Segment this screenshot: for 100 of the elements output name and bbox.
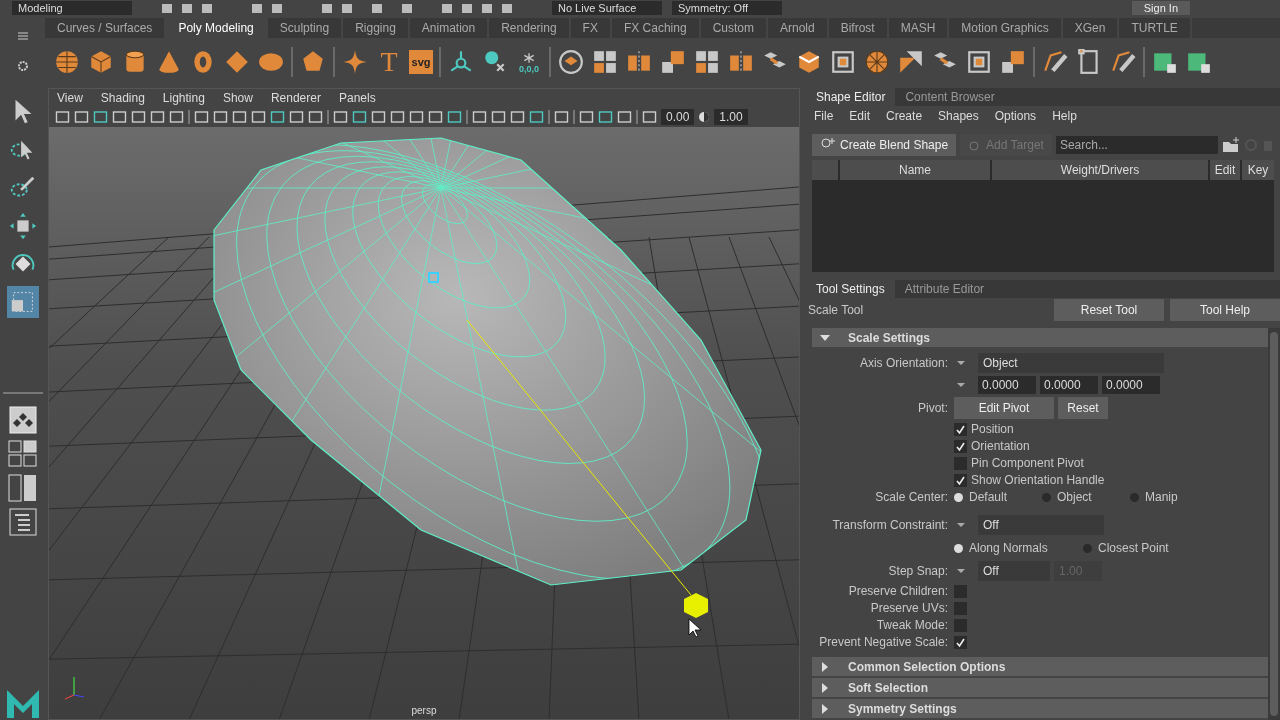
grid-cube-icon[interactable]: [660, 49, 686, 75]
checkbox-label: Pin Component Pivot: [971, 456, 1084, 470]
search-field[interactable]: Search...: [1055, 136, 1218, 154]
panel-menu-item[interactable]: Lighting: [162, 91, 205, 105]
panel-menu-item[interactable]: Renderer: [270, 91, 321, 105]
live-surface-field[interactable]: No Live Surface: [552, 1, 662, 15]
axis-value-field[interactable]: 0.0000: [1102, 376, 1160, 394]
radio-label: Closest Point: [1098, 541, 1169, 555]
panel-menu-item[interactable]: Shading: [100, 91, 145, 105]
exposure-field[interactable]: 0.00: [661, 109, 695, 125]
checkbox[interactable]: [954, 601, 967, 615]
create-blend-shape-button[interactable]: Create Blend Shape: [812, 134, 957, 156]
symmetry-dropdown[interactable]: Symmetry: Off: [672, 1, 782, 15]
frame-icon[interactable]: [966, 49, 992, 75]
pivot-button[interactable]: Reset: [1058, 397, 1108, 419]
editor-menu-item[interactable]: Shapes: [938, 109, 979, 123]
frame-icon[interactable]: [830, 49, 856, 75]
editor-menu-item[interactable]: Edit: [849, 109, 871, 123]
two-view-layout-icon[interactable]: [7, 474, 38, 502]
section-title: Symmetry Settings: [848, 701, 957, 716]
axis-value-field[interactable]: 0.0000: [1040, 376, 1098, 394]
axis-orientation-dropdown[interactable]: Object: [978, 353, 1164, 373]
radio-label: Along Normals: [969, 541, 1048, 555]
menu-icon[interactable]: [17, 32, 28, 40]
radio-button[interactable]: [1130, 492, 1139, 502]
freeze-transform-label: 0,0,0: [519, 64, 539, 74]
column-header[interactable]: Key: [1242, 160, 1274, 180]
radio-label: Object: [1057, 490, 1092, 504]
column-header[interactable]: Weight/Drivers: [992, 160, 1208, 180]
radio-button[interactable]: [1042, 492, 1051, 502]
axis-value-field[interactable]: 0.0000: [978, 376, 1036, 394]
section-header[interactable]: Soft Selection: [812, 678, 1268, 697]
sphere-wire-icon[interactable]: [864, 49, 890, 75]
cursor-icon: [688, 618, 702, 638]
scrollbar[interactable]: [1268, 328, 1280, 720]
transform-constraint-dropdown[interactable]: Off: [978, 515, 1104, 535]
checkbox[interactable]: [954, 584, 967, 598]
workspace-dropdown[interactable]: Modeling: [12, 1, 132, 15]
gamma-field[interactable]: 1.00: [714, 109, 748, 125]
cone-icon[interactable]: [156, 49, 182, 75]
editor-menu-item[interactable]: Help: [1052, 109, 1077, 123]
dropdown-caret-icon[interactable]: [956, 359, 966, 367]
checkbox[interactable]: [954, 635, 967, 649]
dropdown-caret-icon[interactable]: [956, 381, 966, 389]
cube-icon[interactable]: [88, 49, 114, 75]
split-square-icon[interactable]: [898, 49, 924, 75]
plane-icon[interactable]: [224, 49, 250, 75]
panel-tab[interactable]: Tool Settings: [806, 280, 895, 298]
grid-cube-icon[interactable]: [1000, 49, 1026, 75]
editor-menu-item[interactable]: File: [814, 109, 834, 123]
dropdown-caret-icon[interactable]: [956, 567, 966, 575]
radio-button[interactable]: [954, 543, 963, 553]
dropdown-caret-icon[interactable]: [956, 521, 966, 529]
column-header[interactable]: Edit: [1210, 160, 1240, 180]
section-title: Scale Settings: [848, 330, 931, 345]
field-label: Transform Constraint:: [831, 518, 948, 532]
settings-icon[interactable]: [16, 60, 29, 72]
pen-icon[interactable]: [1042, 49, 1068, 75]
squares-icon[interactable]: [694, 49, 720, 75]
radio-button[interactable]: [954, 492, 963, 502]
editor-menu-item[interactable]: Create: [886, 109, 923, 123]
step-snap-dropdown[interactable]: Off: [978, 561, 1050, 581]
new-folder-icon[interactable]: [1222, 137, 1240, 153]
checkbox[interactable]: [954, 439, 967, 453]
checkbox[interactable]: [954, 422, 967, 436]
scale-tool-button[interactable]: [6, 286, 39, 318]
text-tool-button[interactable]: T: [375, 48, 403, 76]
editor-menu-item[interactable]: Options: [994, 109, 1037, 123]
snowflake-icon[interactable]: [521, 50, 537, 65]
radio-button[interactable]: [1083, 543, 1092, 553]
checkbox[interactable]: [954, 473, 967, 487]
four-view-layout-icon[interactable]: [7, 440, 38, 468]
sign-in-button[interactable]: Sign In: [1131, 1, 1190, 15]
pivot-button[interactable]: Edit Pivot: [954, 397, 1054, 419]
sphere-icon[interactable]: [54, 49, 80, 75]
pivot-marker-icon[interactable]: [428, 272, 439, 283]
svg-tool-button[interactable]: svg: [409, 50, 433, 74]
panel-tab[interactable]: Content Browser: [895, 88, 1005, 106]
panel-tab[interactable]: Shape Editor: [806, 88, 896, 106]
tool-button[interactable]: Reset Tool: [1054, 299, 1164, 321]
checkbox[interactable]: [954, 456, 967, 470]
section-header[interactable]: Common Selection Options: [812, 657, 1268, 676]
pen-icon[interactable]: [1110, 49, 1136, 75]
bevel-cube-icon[interactable]: [796, 49, 822, 75]
panel-menu-item[interactable]: View: [57, 91, 83, 105]
scale-handle-icon[interactable]: [684, 593, 708, 618]
squares-icon[interactable]: [592, 49, 618, 75]
panel-menu-item[interactable]: Show: [222, 91, 253, 105]
shelf-tab[interactable]: Poly Modeling: [166, 18, 268, 38]
section-header[interactable]: Scale Settings: [812, 328, 1268, 347]
checkbox[interactable]: [954, 618, 967, 632]
column-header[interactable]: Name: [840, 160, 990, 180]
section-title: Common Selection Options: [848, 659, 1006, 674]
outliner-layout-icon[interactable]: [8, 508, 37, 536]
field-label: Tweak Mode:: [875, 618, 948, 632]
panel-tab[interactable]: Attribute Editor: [894, 280, 995, 298]
panel-menu-item[interactable]: Panels: [338, 91, 376, 105]
single-view-layout-icon[interactable]: [8, 406, 37, 434]
section-header[interactable]: Symmetry Settings: [812, 699, 1268, 718]
tool-button[interactable]: Tool Help: [1170, 299, 1280, 321]
